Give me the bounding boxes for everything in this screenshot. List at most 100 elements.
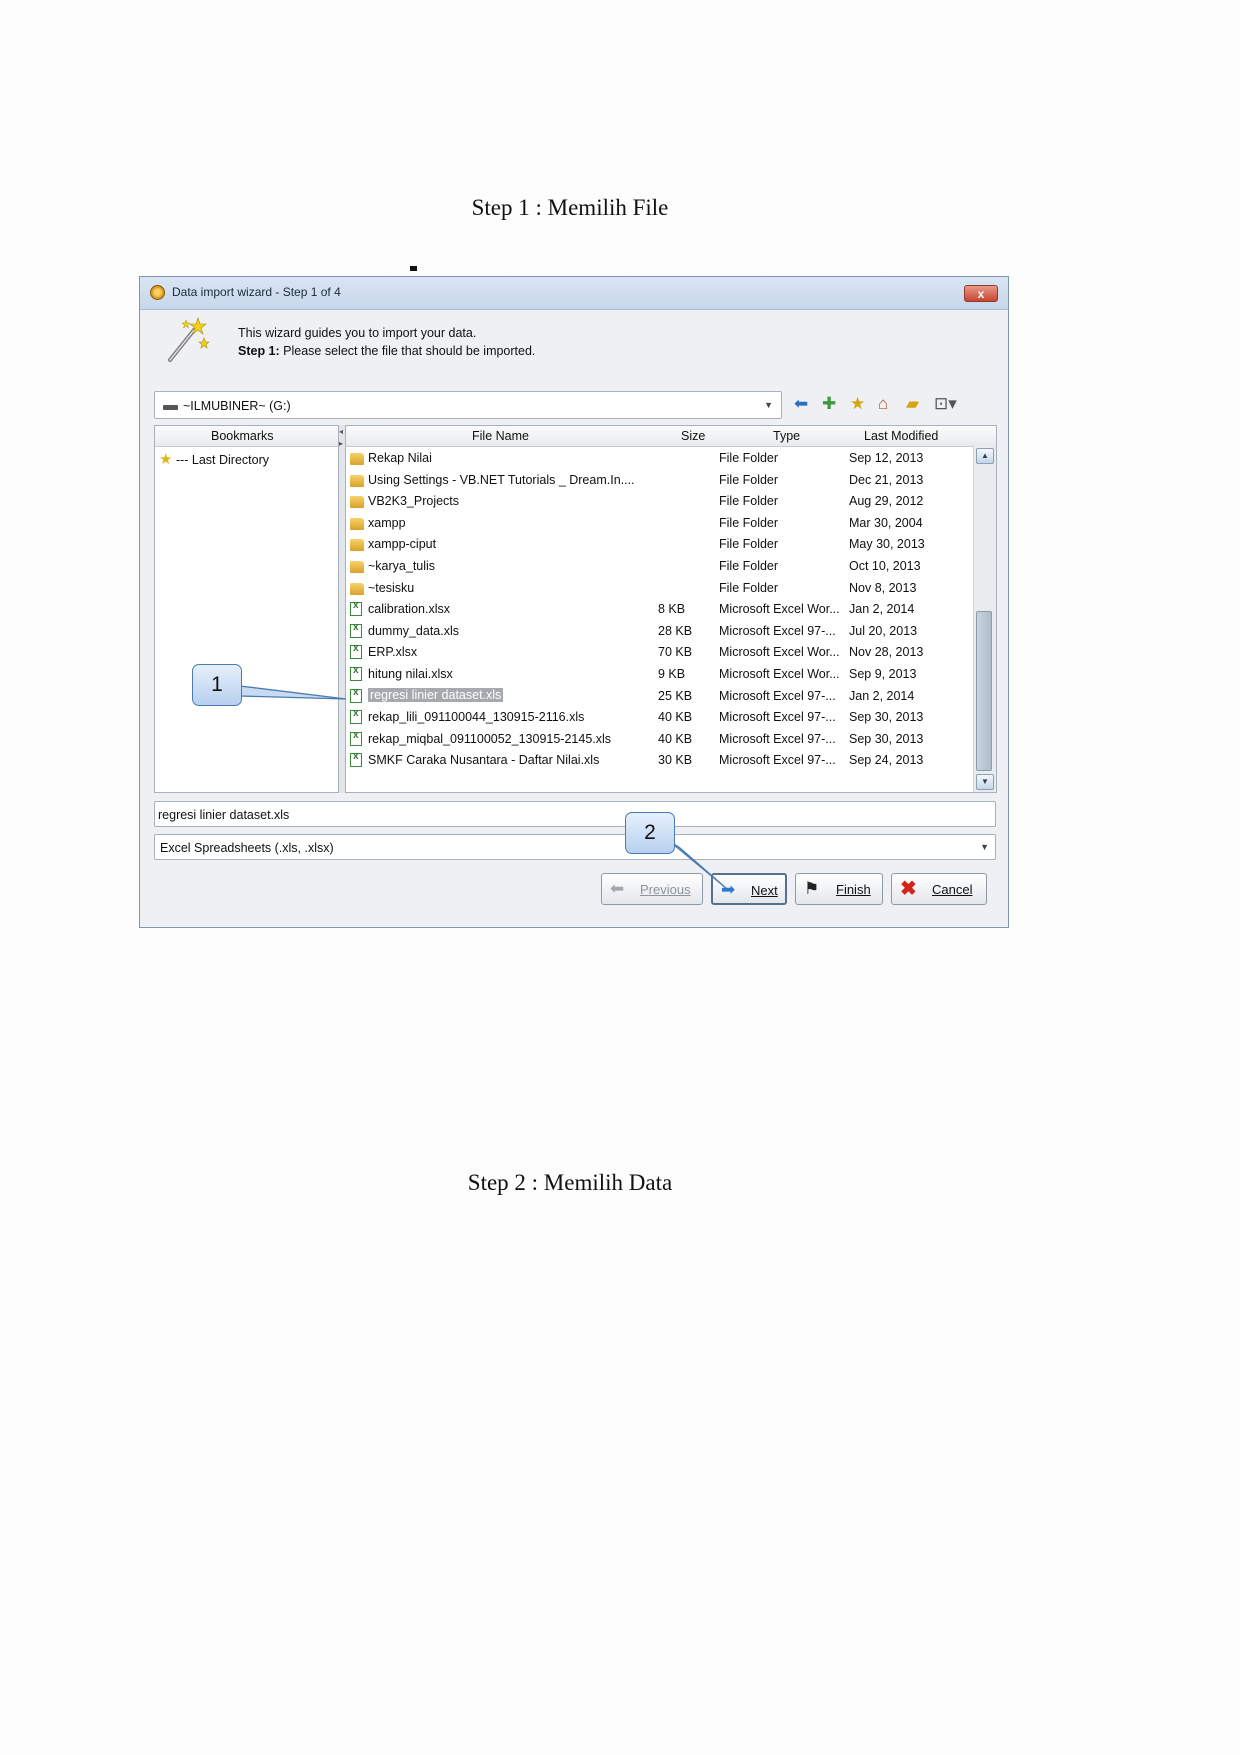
file-name-cell: ~karya_tulis: [368, 559, 436, 573]
file-size-cell: 30 KB: [658, 753, 693, 768]
next-button-label: Next: [751, 883, 778, 898]
file-name-cell: regresi linier dataset.xls: [368, 687, 504, 702]
star-icon: ★: [159, 451, 173, 468]
column-header-last-modified[interactable]: Last Modified: [864, 429, 938, 443]
file-type-cell: Microsoft Excel Wor...: [719, 602, 840, 617]
folder-icon: [350, 474, 364, 487]
back-arrow-icon[interactable]: ⬅: [794, 393, 808, 415]
file-modified-cell: Sep 9, 2013: [849, 667, 917, 681]
caption-step2: Step 2 : Memilih Data: [467, 1170, 673, 1195]
navigation-toolbar: ⬅ ✚ ★ ⌂ ▰ ⊡▾: [794, 393, 994, 415]
location-path: ~ILMUBINER~ (G:): [183, 399, 291, 413]
file-row[interactable]: Using Settings - VB.NET Tutorials _ Drea…: [346, 470, 972, 491]
file-size-cell: 25 KB: [658, 688, 693, 703]
column-header-size[interactable]: Size: [681, 429, 705, 443]
file-size-cell: 40 KB: [658, 731, 693, 746]
excel-file-icon: [350, 643, 362, 660]
excel-file-icon: [350, 751, 362, 768]
new-folder-icon[interactable]: ▰: [906, 393, 919, 415]
view-menu-icon[interactable]: ⊡▾: [934, 393, 957, 415]
previous-button[interactable]: ⬅ Previous: [601, 873, 703, 905]
file-type-dropdown[interactable]: Excel Spreadsheets (.xls, .xlsx) ▼: [154, 834, 996, 860]
file-row[interactable]: ~tesisku File Folder Nov 8, 2013: [346, 578, 972, 599]
bookmarks-header-label: Bookmarks: [211, 429, 274, 443]
file-type-cell: Microsoft Excel Wor...: [719, 667, 840, 681]
file-row[interactable]: ERP.xlsx 70 KB Microsoft Excel Wor... Nov 2…: [346, 642, 972, 663]
file-row[interactable]: VB2K3_Projects File Folder Aug 29, 2012: [346, 491, 972, 512]
file-row[interactable]: Rekap Nilai File Folder Sep 12, 2013: [346, 448, 972, 469]
next-button[interactable]: ➡ Next: [711, 873, 787, 905]
folder-icon: [350, 561, 364, 573]
file-row[interactable]: rekap_miqbal_091100052_130915-2145.xls 40…: [346, 729, 972, 750]
location-dropdown[interactable]: ~ILMUBINER~ (G:) ▼: [154, 391, 782, 419]
file-size-cell: 40 KB: [658, 710, 693, 725]
file-row[interactable]: SMKF Caraka Nusantara - Daftar Nilai.xls…: [346, 750, 972, 771]
scroll-thumb[interactable]: [976, 611, 992, 771]
close-button[interactable]: x: [964, 285, 998, 302]
file-name-input[interactable]: regresi linier dataset.xls: [154, 801, 996, 827]
folder-icon: [350, 453, 364, 465]
file-row[interactable]: dummy_data.xls 28 KB Microsoft Excel 97-..…: [346, 621, 972, 642]
file-modified-cell: Nov 28, 2013: [849, 645, 924, 660]
file-size-cell: 28 KB: [658, 623, 693, 638]
file-type-cell: File Folder: [719, 559, 779, 573]
title-bar: Data import wizard - Step 1 of 4 x: [140, 277, 1008, 310]
excel-file-icon: [350, 730, 362, 746]
file-row[interactable]: xampp File Folder Mar 30, 2004: [346, 513, 972, 534]
excel-file-icon: [350, 708, 362, 725]
file-modified-cell: Jul 20, 2013: [849, 623, 918, 638]
red-x-icon: ✖: [900, 878, 917, 900]
file-row[interactable]: xampp-ciput File Folder May 30, 2013: [346, 534, 972, 555]
file-row[interactable]: rekap_lili_091100044_130915-2116.xls 40 K…: [346, 707, 972, 728]
file-modified-cell: Aug 29, 2012: [849, 494, 924, 509]
chevron-down-icon[interactable]: ▼: [764, 400, 773, 410]
file-row[interactable]: hitung nilai.xlsx 9 KB Microsoft Excel Wor…: [346, 664, 972, 685]
stray-mark: [410, 266, 417, 271]
file-type-cell: File Folder: [719, 494, 779, 509]
bookmark-last-directory[interactable]: ★ --- Last Directory: [159, 450, 269, 468]
right-arrow-icon: ➡: [721, 880, 736, 899]
magic-wand-icon: [168, 317, 210, 362]
file-row[interactable]: calibration.xlsx 8 KB Microsoft Excel Wor.…: [346, 599, 972, 620]
callout-2: 2: [625, 812, 675, 854]
finish-button[interactable]: ⚑ Finish: [795, 873, 883, 905]
add-bookmark-icon[interactable]: ✚: [822, 393, 836, 415]
file-name-cell: Using Settings - VB.NET Tutorials _ Drea…: [368, 472, 635, 487]
cancel-button[interactable]: ✖ Cancel: [891, 873, 987, 905]
file-list-panel: File Name Size Type Last Modified Rekap …: [345, 425, 997, 793]
wizard-header: This wizard guides you to import your da…: [140, 310, 1008, 364]
file-size-cell: 8 KB: [658, 602, 686, 617]
callout-1: 1: [192, 664, 242, 706]
window-title: Data import wizard - Step 1 of 4: [172, 285, 341, 299]
file-modified-cell: Jan 2, 2014: [849, 602, 915, 617]
file-type-cell: File Folder: [719, 515, 779, 530]
scroll-down-icon[interactable]: ▼: [976, 774, 994, 790]
file-type-cell: Microsoft Excel 97-...: [719, 688, 836, 703]
file-name-cell: VB2K3_Projects: [368, 494, 460, 509]
column-header-file-name[interactable]: File Name: [472, 429, 529, 443]
file-modified-cell: Sep 30, 2013: [849, 710, 924, 725]
file-name-value: regresi linier dataset.xls: [158, 808, 290, 822]
chevron-down-icon[interactable]: ▼: [980, 842, 989, 852]
home-icon[interactable]: ⌂: [878, 393, 888, 415]
collapse-left-icon[interactable]: ◂: [339, 427, 343, 436]
bookmark-star-icon[interactable]: ★: [850, 393, 865, 415]
wizard-instructions: This wizard guides you to import your da…: [238, 324, 535, 360]
file-name-cell: rekap_miqbal_091100052_130915-2145.xls: [368, 731, 612, 746]
file-row[interactable]: ~karya_tulis File Folder Oct 10, 2013: [346, 556, 972, 577]
excel-file-icon: [350, 665, 362, 681]
file-name-cell: dummy_data.xls: [368, 623, 460, 638]
vertical-scrollbar[interactable]: ▲ ▼: [973, 446, 996, 792]
expand-right-icon[interactable]: ▸: [339, 439, 343, 448]
cancel-button-label: Cancel: [932, 882, 973, 897]
file-type-cell: File Folder: [719, 451, 779, 465]
checkered-flag-icon: ⚑: [804, 879, 820, 898]
file-modified-cell: May 30, 2013: [849, 537, 925, 552]
scroll-up-icon[interactable]: ▲: [976, 448, 994, 464]
file-row[interactable]: regresi linier dataset.xls 25 KB Microsoft…: [346, 686, 972, 707]
file-name-cell: SMKF Caraka Nusantara - Daftar Nilai.xls: [368, 753, 600, 768]
file-size-cell: 70 KB: [658, 645, 693, 660]
file-modified-cell: Sep 12, 2013: [849, 451, 924, 465]
file-type-cell: Microsoft Excel 97-...: [719, 753, 836, 768]
column-header-type[interactable]: Type: [773, 429, 800, 443]
